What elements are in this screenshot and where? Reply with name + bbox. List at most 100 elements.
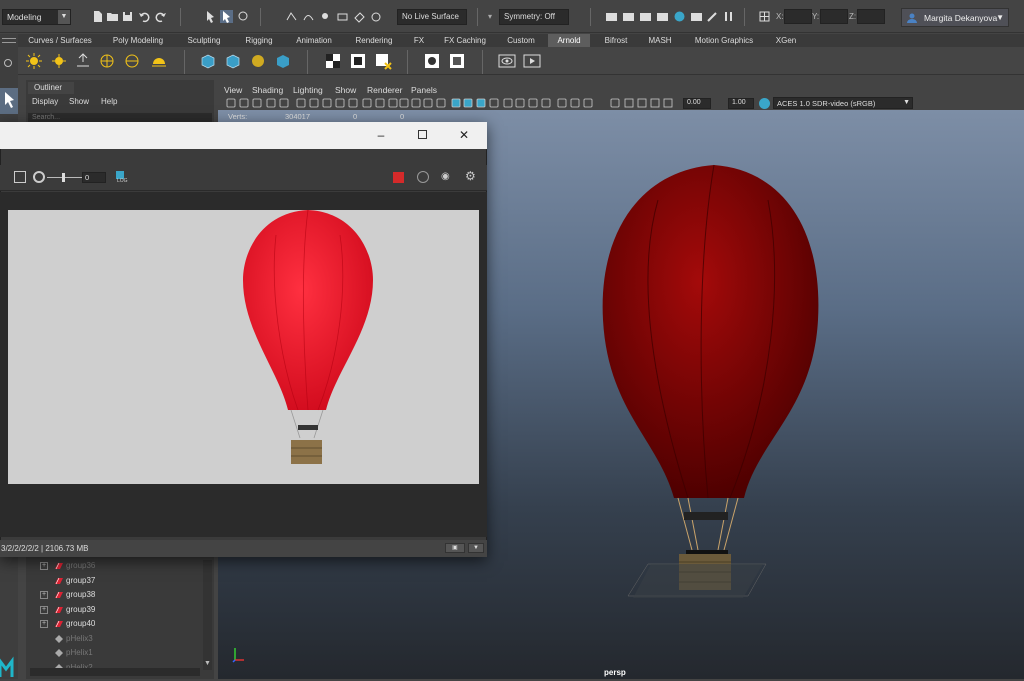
- viewport-menu-lighting[interactable]: Lighting: [293, 85, 323, 95]
- tab-sculpting[interactable]: Sculpting: [178, 34, 230, 47]
- user-menu[interactable]: Margita Dekanyova ▼: [901, 8, 1009, 27]
- select-arrow-tool[interactable]: [0, 88, 18, 114]
- color-picker-icon[interactable]: [650, 98, 660, 108]
- tab-motion-graphics[interactable]: Motion Graphics: [684, 34, 764, 47]
- image-plane-icon[interactable]: [266, 98, 276, 108]
- depth-of-field-icon[interactable]: [541, 98, 551, 108]
- outliner-item[interactable]: pHelix3: [28, 632, 208, 646]
- tab-rendering[interactable]: Rendering: [346, 34, 402, 47]
- color-management-icon[interactable]: [759, 98, 770, 109]
- debug-shading-icon[interactable]: ◉: [441, 171, 450, 182]
- ipr-render-icon[interactable]: [622, 10, 635, 23]
- tab-fx[interactable]: FX: [406, 34, 432, 47]
- paint-select-icon[interactable]: [237, 10, 250, 23]
- grid-icon[interactable]: [309, 98, 319, 108]
- expand-icon[interactable]: +: [40, 605, 48, 614]
- undo-icon[interactable]: [138, 10, 151, 23]
- select-tool-icon[interactable]: [204, 10, 217, 23]
- default-material-icon[interactable]: [423, 98, 433, 108]
- shelf-menu-icon[interactable]: [2, 38, 16, 43]
- exposure-icon[interactable]: [610, 98, 620, 108]
- new-scene-icon[interactable]: [91, 10, 104, 23]
- render-sequence-icon[interactable]: [523, 52, 541, 70]
- color-space-dropdown[interactable]: ACES 1.0 SDR-video (sRGB) ▼: [773, 97, 913, 109]
- outliner-menu-show[interactable]: Show: [69, 97, 89, 106]
- exposure-dial-icon[interactable]: [663, 98, 673, 108]
- texture-icon[interactable]: [423, 52, 441, 70]
- photometric-light-icon[interactable]: [74, 52, 92, 70]
- frame-region-icon[interactable]: [14, 171, 26, 183]
- snap-surface-icon[interactable]: [353, 10, 366, 23]
- viewport-menu-shading[interactable]: Shading: [252, 85, 283, 95]
- expand-icon[interactable]: +: [40, 620, 48, 628]
- lock-icon[interactable]: [637, 98, 647, 108]
- light-portal-icon[interactable]: [150, 52, 168, 70]
- snap-curve-icon[interactable]: [302, 10, 315, 23]
- tab-animation[interactable]: Animation: [286, 34, 342, 47]
- standin-icon[interactable]: [199, 52, 217, 70]
- volume-icon[interactable]: [249, 52, 267, 70]
- scroll-down-icon[interactable]: ▼: [204, 660, 211, 667]
- expand-icon[interactable]: +: [40, 562, 48, 570]
- redo-icon[interactable]: [154, 10, 167, 23]
- safe-action-icon[interactable]: [375, 98, 385, 108]
- render-frame-icon[interactable]: [605, 10, 618, 23]
- hypershade-icon[interactable]: [656, 10, 669, 23]
- grease-pencil-icon[interactable]: [279, 98, 289, 108]
- xray-joints-icon[interactable]: [463, 98, 473, 108]
- field-chart-icon[interactable]: [362, 98, 372, 108]
- exposure-field[interactable]: 0.00: [683, 98, 711, 109]
- camera-select-icon[interactable]: [226, 98, 236, 108]
- slider-handle[interactable]: [62, 173, 65, 182]
- transform-icon[interactable]: [758, 10, 771, 23]
- live-surface-field[interactable]: No Live Surface: [397, 9, 467, 25]
- stop-render-icon[interactable]: [393, 172, 404, 183]
- minimize-icon[interactable]: –: [371, 126, 391, 144]
- x-field[interactable]: [784, 9, 812, 24]
- tab-arnold[interactable]: Arnold: [548, 34, 590, 47]
- refresh-render-icon[interactable]: [417, 171, 429, 183]
- outliner-item[interactable]: pHelix1: [28, 646, 208, 660]
- expand-icon[interactable]: +: [40, 591, 48, 599]
- snapshot-icon[interactable]: ▣: [445, 543, 465, 553]
- checkerboard-icon[interactable]: [324, 52, 342, 70]
- render-settings-icon[interactable]: [639, 10, 652, 23]
- outliner-item[interactable]: group37: [28, 574, 208, 588]
- toggle-hud-icon[interactable]: [583, 98, 593, 108]
- z-field[interactable]: [857, 9, 885, 24]
- snap-live-icon[interactable]: [370, 10, 383, 23]
- arnold-render-icon[interactable]: [673, 10, 686, 23]
- gate-mask-icon[interactable]: [348, 98, 358, 108]
- tx-manager-icon[interactable]: [448, 52, 466, 70]
- remove-cache-icon[interactable]: [374, 52, 392, 70]
- outliner-horizontal-scrollbar[interactable]: [30, 668, 200, 676]
- safe-title-icon[interactable]: [388, 98, 398, 108]
- viewport-menu-view[interactable]: View: [224, 85, 242, 95]
- tab-custom[interactable]: Custom: [498, 34, 544, 47]
- motion-blur-icon[interactable]: [515, 98, 525, 108]
- screen-space-ao-icon[interactable]: [503, 98, 513, 108]
- gamma-field[interactable]: 1.00: [728, 98, 754, 109]
- resolution-gate-icon[interactable]: [335, 98, 345, 108]
- use-all-lights-icon[interactable]: [476, 98, 486, 108]
- outliner-item[interactable]: + group36: [28, 559, 208, 573]
- lasso-tool-icon[interactable]: [220, 10, 233, 23]
- pause-icon[interactable]: [722, 10, 735, 23]
- export-standin-icon[interactable]: [224, 52, 242, 70]
- shelf-settings-icon[interactable]: [4, 59, 12, 67]
- isolate-select-icon[interactable]: [557, 98, 567, 108]
- exposure-value-field[interactable]: 0: [82, 172, 106, 183]
- exposure-slider[interactable]: [47, 177, 83, 178]
- viewport-menu-panels[interactable]: Panels: [411, 85, 437, 95]
- render-settings-gear-icon[interactable]: ⚙: [465, 169, 476, 183]
- chevron-down-icon[interactable]: ▼: [468, 543, 484, 553]
- outliner-scrollbar[interactable]: [203, 560, 212, 670]
- area-light-icon[interactable]: [25, 52, 43, 70]
- mode-menu[interactable]: Modeling ▼: [2, 9, 71, 25]
- tab-bifrost[interactable]: Bifrost: [594, 34, 638, 47]
- wireframe-on-shaded-icon[interactable]: [436, 98, 446, 108]
- flush-cache-icon[interactable]: [349, 52, 367, 70]
- tab-curves-surfaces[interactable]: Curves / Surfaces: [22, 34, 98, 47]
- camera-attributes-icon[interactable]: [239, 98, 249, 108]
- mesh-light-icon[interactable]: [50, 52, 68, 70]
